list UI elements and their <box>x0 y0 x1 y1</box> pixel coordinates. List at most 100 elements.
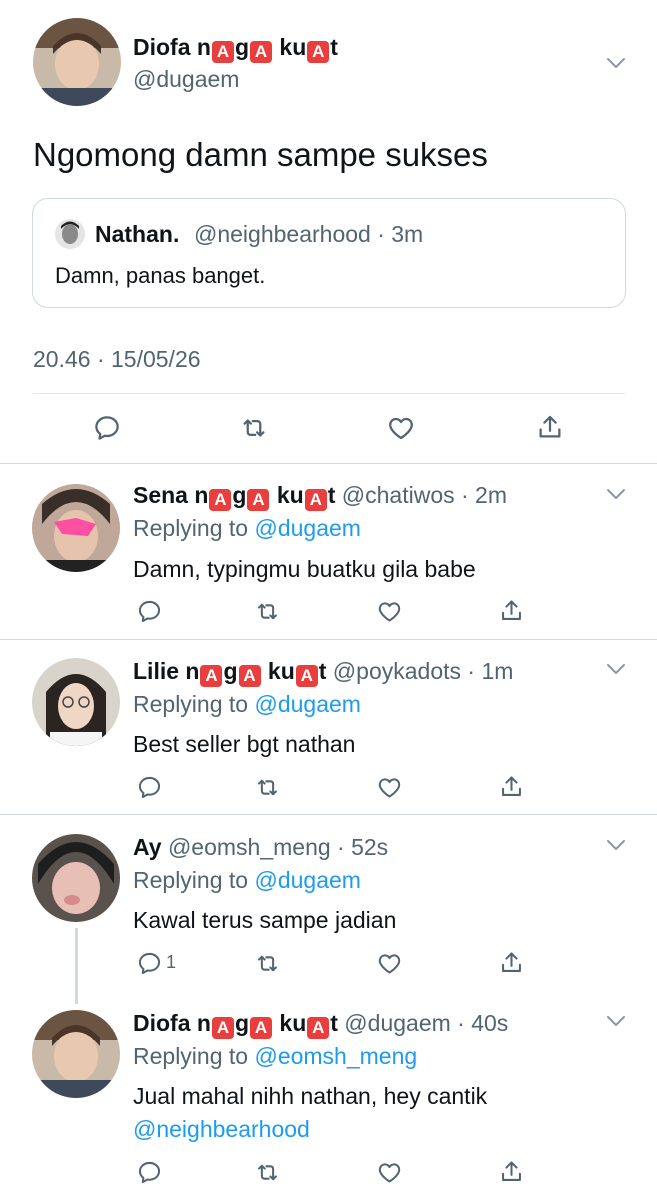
a-button-emoji: A <box>307 41 330 63</box>
reply-icon[interactable] <box>132 1155 166 1189</box>
reply-icon[interactable] <box>132 770 166 804</box>
like-icon[interactable] <box>372 1155 406 1189</box>
a-button-emoji: A <box>295 665 318 687</box>
reply-icon[interactable] <box>90 411 124 445</box>
mention-link[interactable]: @dugaem <box>254 867 360 893</box>
reply-avatar[interactable] <box>32 1010 120 1098</box>
replying-to: Replying to @dugaem <box>133 691 361 718</box>
mention-link[interactable]: @dugaem <box>254 515 360 541</box>
replying-to: Replying to @dugaem <box>133 515 361 542</box>
share-icon[interactable] <box>533 410 567 444</box>
reply-meta: @poykadots · 1m <box>326 658 514 684</box>
replying-to-label: Replying to <box>133 691 255 717</box>
reply-author-name[interactable]: Ay <box>133 834 162 860</box>
tweet-timestamp[interactable]: 20.46 · 15/05/26 <box>33 346 201 373</box>
name-text: Sena n <box>133 482 209 508</box>
share-icon[interactable] <box>494 1154 528 1188</box>
mention-link[interactable]: @neighbearhood <box>133 1116 310 1143</box>
a-button-emoji: A <box>238 665 261 687</box>
divider <box>33 393 625 394</box>
retweet-icon[interactable] <box>250 946 284 980</box>
retweet-icon[interactable] <box>237 411 271 445</box>
like-icon[interactable] <box>384 411 418 445</box>
author-handle[interactable]: @dugaem <box>133 66 239 93</box>
reply-header: Ay @eomsh_meng · 52s <box>133 834 388 861</box>
quoted-tweet[interactable]: Nathan. @neighbearhood · 3m Damn, panas … <box>32 198 626 308</box>
tweet-text: Ngomong damn sampe sukses <box>33 136 488 173</box>
quoted-author-name: Nathan. <box>95 221 180 247</box>
reply-text: Kawal terus sampe jadian <box>133 907 397 933</box>
retweet-icon[interactable] <box>250 770 284 804</box>
reply-count: 1 <box>166 952 177 972</box>
a-button-emoji: A <box>211 1017 234 1039</box>
reply-avatar[interactable] <box>32 834 120 922</box>
reply-avatar[interactable] <box>32 658 120 746</box>
reply-text: Jual mahal nihh nathan, hey cantik <box>133 1083 488 1109</box>
name-text: ku <box>273 1010 307 1036</box>
quoted-author-meta: @neighbearhood · 3m <box>194 221 424 247</box>
replying-to: Replying to @eomsh_meng <box>133 1043 417 1070</box>
a-button-emoji: A <box>250 1017 273 1039</box>
reply-icon[interactable] <box>132 946 166 980</box>
replying-to-label: Replying to <box>133 867 255 893</box>
mention-link[interactable]: @dugaem <box>254 691 360 717</box>
reply-author-name[interactable]: Lilie nAgA ku At <box>133 658 326 687</box>
mention-link[interactable]: @eomsh_meng <box>254 1043 417 1069</box>
author-name[interactable]: Diofa nAgA ku At <box>133 34 338 63</box>
chevron-down-icon[interactable] <box>606 56 626 70</box>
divider <box>0 463 657 464</box>
divider <box>0 814 657 815</box>
share-icon[interactable] <box>494 769 528 803</box>
reply-header: Lilie nAgA ku At @poykadots · 1m <box>133 658 513 687</box>
retweet-icon[interactable] <box>250 1155 284 1189</box>
name-text: t <box>330 1010 338 1036</box>
a-button-emoji: A <box>307 1017 330 1039</box>
reply-header: Diofa nAgA ku At @dugaem · 40s <box>133 1010 508 1039</box>
reply-avatar[interactable] <box>32 484 120 572</box>
name-text: g <box>234 34 250 60</box>
divider <box>0 639 657 640</box>
quoted-tweet-text: Damn, panas banget. <box>55 263 266 288</box>
chevron-down-icon[interactable] <box>606 1014 626 1028</box>
reply-text: Damn, typingmu buatku gila babe <box>133 556 476 582</box>
replying-to: Replying to @dugaem <box>133 867 361 894</box>
name-text: ku <box>273 34 307 60</box>
author-avatar[interactable] <box>33 18 121 106</box>
replying-to-label: Replying to <box>133 1043 255 1069</box>
a-button-emoji: A <box>211 41 234 63</box>
reply-author-name[interactable]: Sena nAgA ku At <box>133 482 335 511</box>
name-text: g <box>232 482 247 508</box>
a-button-emoji: A <box>200 665 223 687</box>
like-icon[interactable] <box>372 770 406 804</box>
quoted-author-avatar <box>55 219 85 249</box>
share-icon[interactable] <box>494 593 528 627</box>
reply-author-name[interactable]: Diofa nAgA ku At <box>133 1010 338 1039</box>
name-text: Diofa n <box>133 1010 211 1036</box>
reply-text: Best seller bgt nathan <box>133 731 356 757</box>
name-text: Diofa n <box>133 34 211 60</box>
like-icon[interactable] <box>372 594 406 628</box>
reply-meta: @chatiwos · 2m <box>335 482 508 508</box>
name-text: t <box>330 34 338 60</box>
name-text: Lilie n <box>133 658 200 684</box>
name-text: g <box>223 658 238 684</box>
chevron-down-icon[interactable] <box>606 487 626 501</box>
a-button-emoji: A <box>304 489 327 511</box>
a-button-emoji: A <box>209 489 232 511</box>
like-icon[interactable] <box>372 946 406 980</box>
a-button-emoji: A <box>250 41 273 63</box>
reply-meta: @dugaem · 40s <box>337 1010 509 1036</box>
chevron-down-icon[interactable] <box>606 662 626 676</box>
share-icon[interactable] <box>494 945 528 979</box>
name-text: g <box>234 1010 250 1036</box>
name-text: ku <box>261 658 295 684</box>
reply-meta: @eomsh_meng · 52s <box>161 834 389 860</box>
reply-icon[interactable] <box>132 594 166 628</box>
reply-header: Sena nAgA ku At @chatiwos · 2m <box>133 482 507 511</box>
name-text: ku <box>270 482 304 508</box>
replying-to-label: Replying to <box>133 515 255 541</box>
a-button-emoji: A <box>247 489 270 511</box>
chevron-down-icon[interactable] <box>606 838 626 852</box>
thread-line <box>75 928 78 1004</box>
retweet-icon[interactable] <box>250 594 284 628</box>
